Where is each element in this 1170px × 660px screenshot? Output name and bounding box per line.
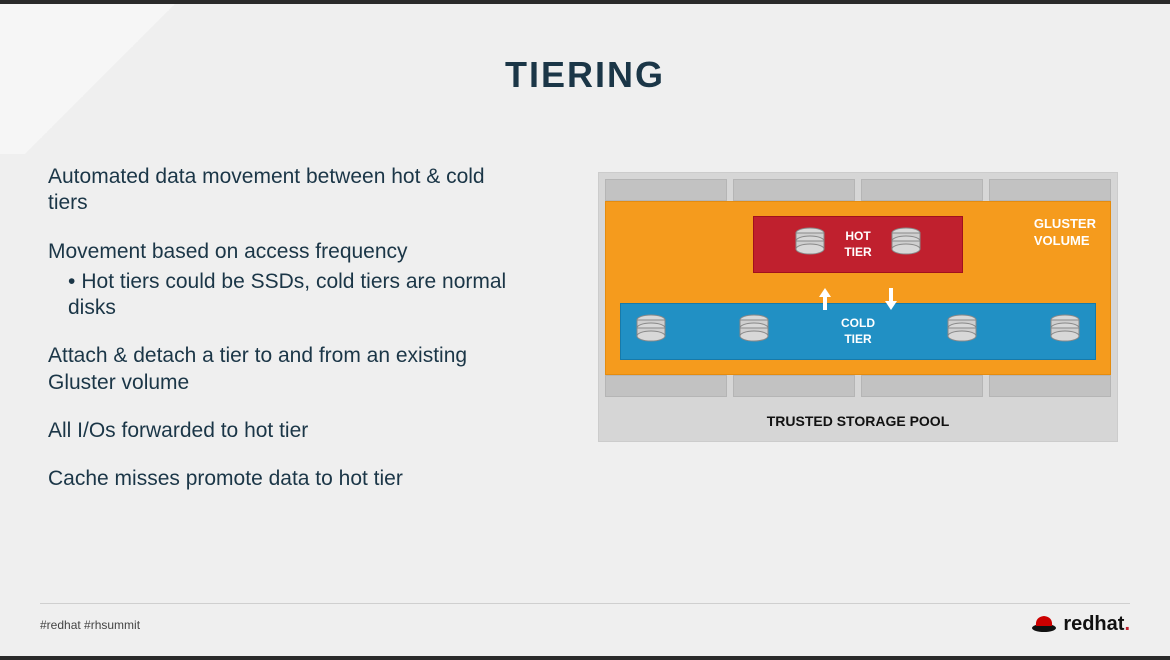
- gluster-volume-label-line2: VOLUME: [1034, 233, 1096, 250]
- redhat-logo-text: redhat: [1063, 613, 1130, 636]
- slide: TIERING Automated data movement between …: [0, 4, 1170, 656]
- brick: [605, 179, 727, 201]
- bullet-text: Cache misses promote data to hot tier: [48, 466, 528, 492]
- trusted-storage-pool-label: TRUSTED STORAGE POOL: [599, 403, 1117, 441]
- gluster-volume-label: GLUSTER VOLUME: [1034, 216, 1096, 250]
- brick: [861, 179, 983, 201]
- hot-tier-box: HOT TIER: [753, 216, 963, 273]
- cold-tier-label-line1: COLD: [841, 316, 875, 332]
- footer-divider: [40, 603, 1130, 604]
- tiering-diagram: GLUSTER VOLUME HOT TIER: [598, 172, 1118, 442]
- cold-tier-label-line2: TIER: [841, 332, 875, 348]
- brick: [733, 179, 855, 201]
- bullet-list: Automated data movement between hot & co…: [48, 164, 528, 514]
- bullet-item: Attach & detach a tier to and from an ex…: [48, 343, 528, 396]
- bullet-text: All I/Os forwarded to hot tier: [48, 418, 528, 444]
- gluster-volume-label-line1: GLUSTER: [1034, 216, 1096, 233]
- brick: [733, 375, 855, 397]
- hot-tier-label-line2: TIER: [844, 245, 871, 261]
- disk-icon: [890, 227, 922, 262]
- cold-tier-label: COLD TIER: [841, 316, 875, 347]
- redhat-logo: redhat: [1031, 611, 1130, 638]
- disk-icon: [635, 314, 667, 349]
- footer-hashtags: #redhat #rhsummit: [40, 618, 140, 632]
- disk-icon: [738, 314, 770, 349]
- hot-tier-label-line1: HOT: [844, 229, 871, 245]
- redhat-hat-icon: [1031, 611, 1057, 638]
- cold-tier-box: COLD TIER: [620, 303, 1096, 360]
- brick: [861, 375, 983, 397]
- bricks-row-top: [599, 173, 1117, 201]
- bullet-item: All I/Os forwarded to hot tier: [48, 418, 528, 444]
- disk-icon: [1049, 314, 1081, 349]
- bullet-text: Automated data movement between hot & co…: [48, 164, 528, 217]
- brick: [989, 375, 1111, 397]
- bullet-sub-text: Hot tiers could be SSDs, cold tiers are …: [68, 269, 528, 322]
- bullet-text: Attach & detach a tier to and from an ex…: [48, 343, 528, 396]
- bullet-item: Cache misses promote data to hot tier: [48, 466, 528, 492]
- bullet-text: Movement based on access frequency: [48, 239, 528, 265]
- brick: [605, 375, 727, 397]
- hot-tier-label: HOT TIER: [844, 229, 871, 260]
- brick: [989, 179, 1111, 201]
- bricks-row-bottom: [599, 375, 1117, 403]
- disk-icon: [794, 227, 826, 262]
- disk-icon: [946, 314, 978, 349]
- bullet-item: Automated data movement between hot & co…: [48, 164, 528, 217]
- gluster-volume-box: GLUSTER VOLUME HOT TIER: [605, 201, 1111, 375]
- bullet-item: Movement based on access frequency Hot t…: [48, 239, 528, 322]
- slide-title: TIERING: [0, 54, 1170, 96]
